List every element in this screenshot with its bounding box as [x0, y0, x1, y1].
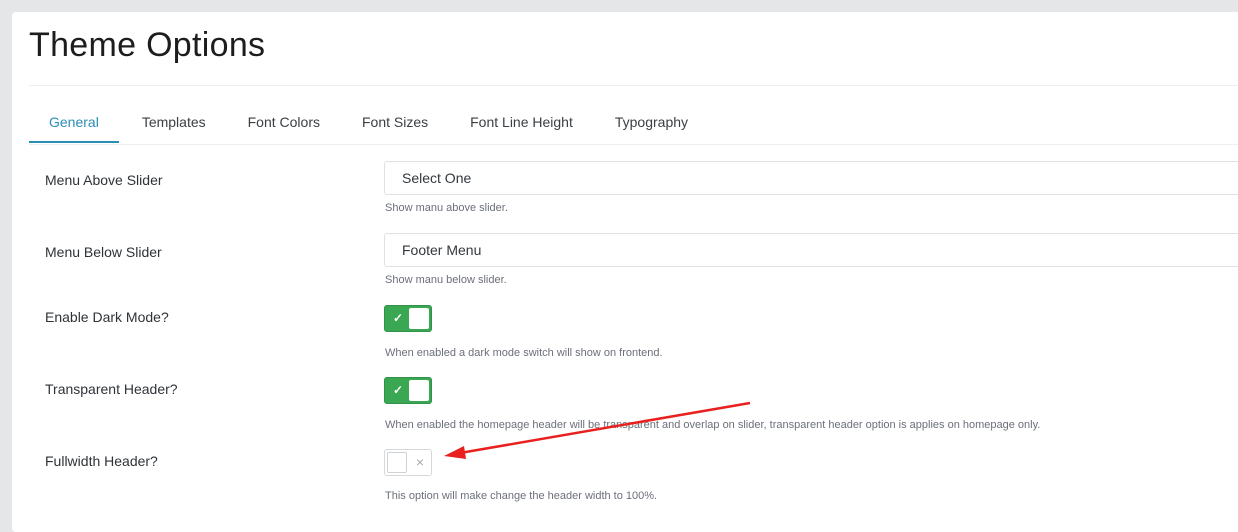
transparent-header-label: Transparent Header?	[45, 381, 178, 397]
menu-above-slider-help: Show manu above slider.	[385, 202, 508, 214]
tab-font-line-height[interactable]: Font Line Height	[448, 108, 593, 143]
tab-templates[interactable]: Templates	[119, 108, 226, 143]
title-divider	[29, 85, 1238, 86]
menu-below-slider-select[interactable]: Footer Menu	[384, 233, 1238, 267]
x-icon: ×	[415, 454, 424, 470]
menu-below-slider-help: Show manu below slider.	[385, 274, 507, 286]
dark-mode-help: When enabled a dark mode switch will sho…	[385, 347, 663, 359]
tab-general[interactable]: General	[29, 108, 119, 143]
tab-bar: General Templates Font Colors Font Sizes…	[29, 108, 1238, 145]
dark-mode-toggle[interactable]: ✓	[384, 305, 432, 332]
page-title: Theme Options	[29, 26, 266, 64]
tab-font-sizes[interactable]: Font Sizes	[340, 108, 448, 143]
menu-above-slider-select[interactable]: Select One	[384, 161, 1238, 195]
menu-below-slider-label: Menu Below Slider	[45, 244, 162, 260]
fullwidth-header-label: Fullwidth Header?	[45, 453, 158, 469]
toggle-knob	[409, 308, 429, 329]
check-icon: ✓	[393, 383, 404, 397]
theme-options-panel: Theme Options General Templates Font Col…	[12, 12, 1238, 532]
tab-font-colors[interactable]: Font Colors	[226, 108, 340, 143]
toggle-knob	[387, 452, 407, 473]
transparent-header-help: When enabled the homepage header will be…	[385, 419, 1041, 431]
toggle-knob	[409, 380, 429, 401]
dark-mode-label: Enable Dark Mode?	[45, 309, 169, 325]
tab-typography[interactable]: Typography	[593, 108, 708, 143]
fullwidth-header-help: This option will make change the header …	[385, 490, 658, 502]
transparent-header-toggle[interactable]: ✓	[384, 377, 432, 404]
menu-above-slider-label: Menu Above Slider	[45, 172, 163, 188]
fullwidth-header-toggle[interactable]: ×	[384, 449, 432, 476]
check-icon: ✓	[393, 311, 404, 325]
